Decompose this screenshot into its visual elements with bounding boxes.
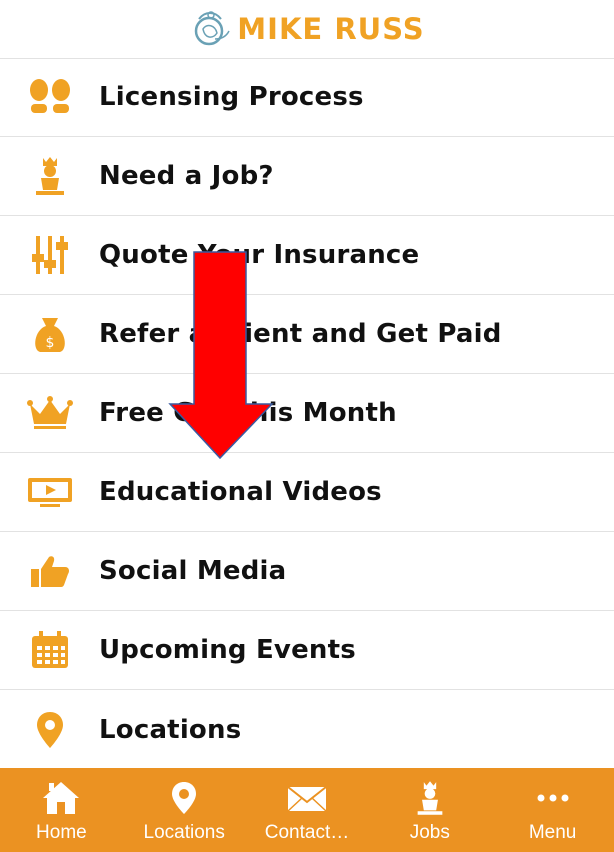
job-person-icon xyxy=(408,778,452,818)
crown-icon xyxy=(26,389,74,437)
down-arrow-icon xyxy=(168,251,274,460)
brand-name: MIKE RUSS xyxy=(237,12,425,46)
calendar-icon xyxy=(26,626,74,674)
menu-item-label: Licensing Process xyxy=(99,82,364,112)
sliders-icon xyxy=(26,231,74,279)
job-person-icon xyxy=(26,152,74,200)
app-header: MIKE RUSS xyxy=(0,0,614,59)
menu-item-label: Social Media xyxy=(99,556,287,586)
more-dots-icon xyxy=(531,778,575,818)
map-pin-icon xyxy=(26,706,74,754)
menu-item-social-media[interactable]: Social Media xyxy=(0,532,614,611)
menu-item-label: Educational Videos xyxy=(99,477,382,507)
menu-item-licensing-process[interactable]: Licensing Process xyxy=(0,58,614,137)
menu-item-label: Upcoming Events xyxy=(99,635,356,665)
video-play-icon xyxy=(26,468,74,516)
tab-locations[interactable]: Locations xyxy=(123,768,246,852)
tab-jobs[interactable]: Jobs xyxy=(368,768,491,852)
menu-item-refer-client[interactable]: $ Refer a Client and Get Paid xyxy=(0,295,614,374)
tab-label: Jobs xyxy=(409,822,450,843)
menu-item-need-a-job[interactable]: Need a Job? xyxy=(0,137,614,216)
brand-logo[interactable]: MIKE RUSS xyxy=(189,9,424,49)
menu-list: Licensing Process Need a Job? Quote Your xyxy=(0,58,614,769)
menu-item-locations[interactable]: Locations xyxy=(0,690,614,769)
money-bag-icon: $ xyxy=(26,310,74,358)
tab-label: Locations xyxy=(143,822,225,843)
bottom-tab-bar: Home Locations Contact… Jobs Menu xyxy=(0,768,614,852)
svg-text:$: $ xyxy=(46,335,55,351)
thumbs-up-icon xyxy=(26,547,74,595)
menu-item-free-gift[interactable]: Free Gift this Month xyxy=(0,374,614,453)
menu-item-label: Need a Job? xyxy=(99,161,274,191)
menu-item-quote-insurance[interactable]: Quote Your Insurance xyxy=(0,216,614,295)
envelope-icon xyxy=(285,778,329,818)
logo-emblem-icon xyxy=(195,11,230,46)
home-icon xyxy=(39,778,83,818)
tab-label: Home xyxy=(36,822,87,843)
tab-home[interactable]: Home xyxy=(0,768,123,852)
tab-label: Contact… xyxy=(264,822,350,843)
menu-item-label: Locations xyxy=(99,714,242,745)
tab-menu[interactable]: Menu xyxy=(491,768,614,852)
footprints-icon xyxy=(26,73,74,121)
map-pin-icon xyxy=(162,778,206,818)
tab-contact[interactable]: Contact… xyxy=(246,768,369,852)
menu-item-educational-videos[interactable]: Educational Videos xyxy=(0,453,614,532)
tab-label: Menu xyxy=(528,822,577,843)
menu-item-upcoming-events[interactable]: Upcoming Events xyxy=(0,611,614,690)
menu-item-label: Refer a Client and Get Paid xyxy=(99,319,502,349)
